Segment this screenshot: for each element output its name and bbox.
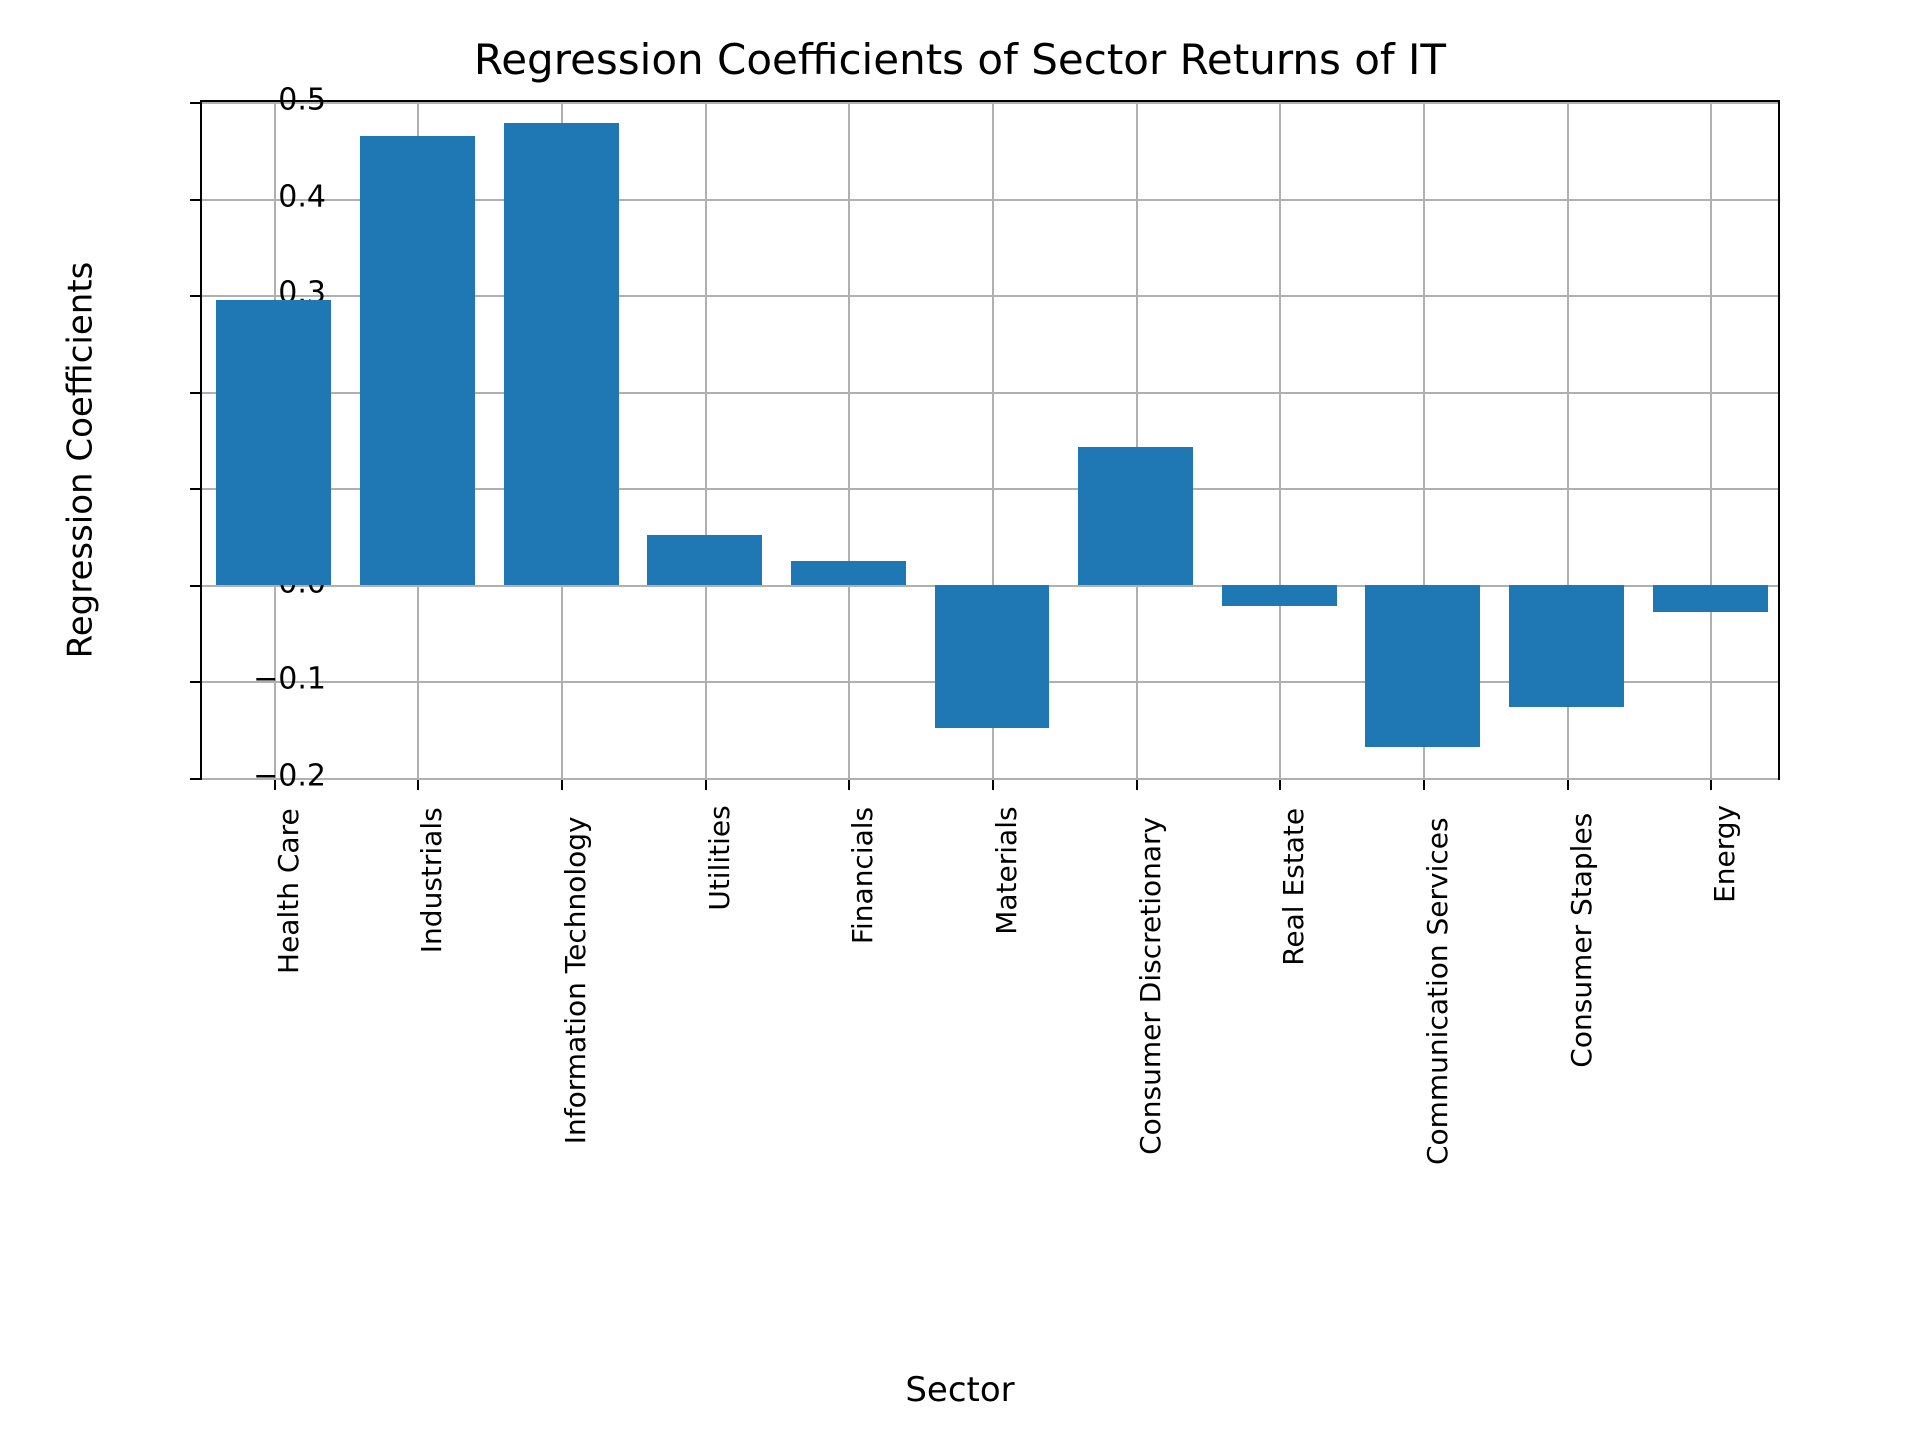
x-tick-label: Utilities: [703, 805, 736, 910]
y-tick-mark: [190, 102, 200, 104]
y-tick-mark: [190, 778, 200, 780]
x-tick-label: Information Technology: [559, 816, 592, 1144]
bar: [1509, 585, 1624, 708]
x-tick-label: Energy: [1708, 805, 1741, 903]
gridline-vertical: [1710, 102, 1712, 778]
bar: [360, 136, 475, 585]
y-tick-mark: [190, 681, 200, 683]
y-tick-label: 0.5: [206, 83, 326, 118]
bar: [1365, 585, 1480, 747]
chart-container: Regression Coefficients of Sector Return…: [0, 0, 1920, 1440]
x-tick-mark: [705, 780, 707, 790]
gridline-vertical: [1136, 102, 1138, 778]
bar: [935, 585, 1050, 728]
x-tick-label: Materials: [990, 806, 1023, 934]
bar: [791, 561, 906, 585]
x-tick-label: Financials: [846, 807, 879, 944]
y-tick-mark: [190, 488, 200, 490]
y-tick-mark: [190, 392, 200, 394]
x-tick-mark: [417, 780, 419, 790]
x-tick-label: Real Estate: [1277, 808, 1310, 966]
gridline-horizontal: [202, 778, 1778, 780]
bar: [647, 535, 762, 585]
x-tick-label: Consumer Staples: [1565, 813, 1598, 1068]
plot-area: [200, 100, 1780, 780]
x-tick-mark: [848, 780, 850, 790]
x-axis-label: Sector: [0, 1370, 1920, 1410]
x-tick-mark: [1423, 780, 1425, 790]
x-tick-mark: [561, 780, 563, 790]
x-tick-label: Consumer Discretionary: [1134, 817, 1167, 1155]
y-tick-mark: [190, 199, 200, 201]
bar: [504, 123, 619, 585]
gridline-horizontal: [202, 102, 1778, 104]
bar: [1078, 447, 1193, 585]
bar: [1222, 585, 1337, 606]
y-axis-label-container: Regression Coefficients: [60, 0, 100, 710]
y-tick-label: −0.2: [206, 759, 326, 794]
gridline-vertical: [705, 102, 707, 778]
x-tick-label: Communication Services: [1421, 817, 1454, 1165]
y-tick-mark: [190, 585, 200, 587]
gridline-vertical: [848, 102, 850, 778]
x-tick-mark: [1136, 780, 1138, 790]
x-tick-mark: [1710, 780, 1712, 790]
y-tick-label: −0.1: [206, 662, 326, 697]
x-tick-mark: [992, 780, 994, 790]
bar: [216, 300, 331, 585]
gridline-vertical: [1279, 102, 1281, 778]
y-tick-label: 0.4: [206, 179, 326, 214]
x-tick-label: Industrials: [415, 807, 448, 953]
y-tick-mark: [190, 295, 200, 297]
chart-title: Regression Coefficients of Sector Return…: [0, 35, 1920, 84]
x-tick-mark: [1567, 780, 1569, 790]
y-axis-label: Regression Coefficients: [60, 262, 100, 659]
bar: [1653, 585, 1768, 612]
x-tick-label: Health Care: [272, 808, 305, 974]
x-tick-mark: [1279, 780, 1281, 790]
